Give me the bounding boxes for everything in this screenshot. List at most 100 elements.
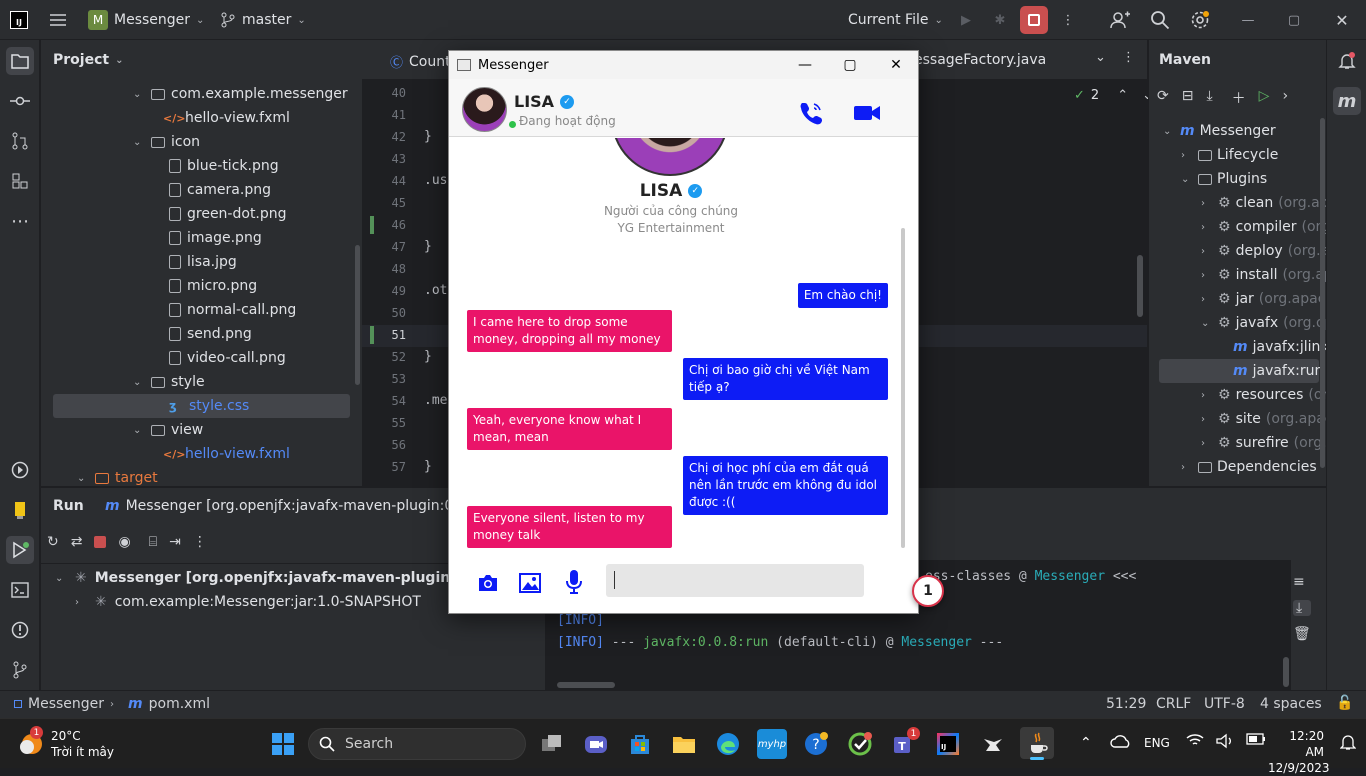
tree-file[interactable]: send.png (169, 322, 252, 346)
avatar[interactable] (462, 87, 507, 132)
main-menu-icon[interactable] (48, 0, 68, 40)
maven-tree-item[interactable]: › ⚙jar(org.apache (1201, 287, 1326, 311)
message-input[interactable] (606, 564, 864, 597)
maven-tree-item[interactable]: ⌄⚙javafx(org.ope (1201, 311, 1326, 335)
download-icon[interactable]: ⤓ (1206, 88, 1212, 108)
profile-photo[interactable] (611, 138, 729, 176)
code-line[interactable]: } (424, 459, 432, 474)
more-icon[interactable]: › (1282, 88, 1288, 108)
file-explorer-icon[interactable] (669, 729, 699, 759)
more-icon[interactable]: ⋮ (193, 534, 207, 550)
reload-icon[interactable]: ⟳ (1157, 88, 1169, 108)
tree-file[interactable]: camera.png (169, 178, 271, 202)
chevron-icon[interactable]: ⌄ (1201, 318, 1213, 329)
stop-button[interactable] (1020, 6, 1048, 34)
tree-file[interactable]: micro.png (169, 274, 257, 298)
chevron-down-icon[interactable]: ⌄ (133, 137, 145, 148)
run-maven-icon[interactable]: ▷ (1259, 88, 1270, 108)
notifications-icon[interactable] (1333, 47, 1361, 75)
video-call-icon[interactable] (853, 103, 881, 127)
run-config-selector[interactable]: Current File ⌄ (848, 0, 946, 40)
maximize-icon[interactable]: ▢ (1282, 8, 1306, 32)
taskbar-search[interactable]: Search (308, 728, 526, 760)
maven-tree-item[interactable]: ›⚙install(org.apa (1201, 263, 1326, 287)
settings-gear-icon[interactable] (1188, 8, 1212, 32)
tree-file[interactable]: ʒ style.css (169, 394, 249, 418)
exit-icon[interactable]: ⇥ (169, 534, 181, 550)
maven-tool-icon[interactable]: m (1333, 87, 1361, 115)
scroll-to-end-icon[interactable]: ⤓ (1293, 600, 1311, 616)
message-bubble-sent[interactable]: Em chào chị! (797, 283, 888, 308)
maven-tree-item[interactable]: ›⚙surefire(org.a (1201, 431, 1326, 455)
project-scrollbar[interactable] (355, 245, 360, 385)
git-icon[interactable] (6, 656, 34, 684)
project-panel-header[interactable]: Project ⌄ (53, 48, 127, 72)
tree-folder[interactable]: ⌄ icon (133, 130, 200, 154)
editor-scrollbar[interactable] (1137, 255, 1143, 317)
console-vscrollbar[interactable] (1283, 657, 1289, 687)
green-app-icon[interactable] (845, 729, 875, 759)
minimize-icon[interactable]: — (1236, 8, 1260, 32)
cursor-position[interactable]: 51:29 (1106, 696, 1146, 712)
chevron-icon[interactable]: › (1181, 462, 1193, 473)
camera-icon[interactable]: ⌸ (149, 534, 157, 550)
teams-icon[interactable]: T 1 (889, 727, 920, 759)
lock-icon[interactable]: 🔓 (1336, 695, 1353, 711)
maven-tree-item[interactable]: › Lifecycle (1181, 143, 1278, 167)
run-tab[interactable]: Run (53, 498, 84, 514)
java-app-icon[interactable] (1020, 727, 1054, 760)
app-icon[interactable] (977, 729, 1007, 759)
language-indicator[interactable]: ENG (1144, 736, 1170, 750)
chevron-icon[interactable]: › (1201, 438, 1213, 449)
run-tree-child[interactable]: › ✳ com.example:Messenger:jar:1.0-SNAPSH… (75, 594, 421, 610)
chevron-icon[interactable]: › (1181, 150, 1193, 161)
chevron-icon[interactable]: › (1201, 270, 1213, 281)
line-separator[interactable]: CRLF (1156, 696, 1191, 712)
eye-icon[interactable]: ◉ (118, 534, 130, 550)
maven-tree-item[interactable]: › ⚙site(org.apach (1201, 407, 1326, 431)
file-encoding[interactable]: UTF-8 (1204, 696, 1245, 712)
rerun-failed-icon[interactable]: ⇄ (71, 534, 83, 550)
services-icon[interactable] (6, 456, 34, 484)
edge-icon[interactable] (713, 729, 743, 759)
clock[interactable]: 12:20 AM 12/9/2023 (1268, 728, 1330, 776)
message-bubble-received[interactable]: Everyone silent, listen to my money talk (467, 506, 672, 548)
indent-setting[interactable]: 4 spaces (1260, 696, 1322, 712)
get-help-icon[interactable]: ? (801, 729, 831, 759)
close-icon[interactable]: ✕ (873, 51, 919, 79)
system-tray[interactable] (1186, 733, 1266, 749)
maven-tree-item[interactable]: ›⚙deploy(org.ap (1201, 239, 1326, 263)
editor-tab-right[interactable]: essageFactory.java (914, 52, 1046, 68)
store-icon[interactable] (625, 729, 655, 759)
chevron-icon[interactable]: ⌄ (1181, 174, 1193, 185)
chat-scrollbar[interactable] (901, 228, 905, 548)
onedrive-icon[interactable] (1110, 733, 1132, 753)
more-actions-icon[interactable]: ⋮ (1056, 8, 1080, 32)
terminal-icon[interactable] (6, 576, 34, 604)
chevron-down-icon[interactable]: ⌄ (133, 425, 145, 436)
message-bubble-sent[interactable]: Chị ơi học phí của em đắt quá nên lần tr… (683, 456, 888, 515)
inspection-widget[interactable]: ✓ 2 ⌃ ⌄ (1074, 88, 1153, 103)
tree-file[interactable]: lisa.jpg (169, 250, 237, 274)
code-line[interactable]: } (424, 129, 432, 144)
commit-icon[interactable] (6, 87, 34, 115)
maven-tree-item[interactable]: m javafx:run (1233, 359, 1323, 383)
chevron-icon[interactable]: › (1201, 222, 1213, 233)
structure-icon[interactable] (6, 167, 34, 195)
intellij-logo-icon[interactable]: IJ (10, 0, 28, 40)
code-line[interactable]: .me (424, 393, 447, 408)
run-tool-icon[interactable] (6, 536, 34, 564)
add-user-icon[interactable] (1108, 8, 1132, 32)
start-icon[interactable] (268, 729, 298, 759)
maven-tree-item[interactable]: m javafx:jlink (1233, 335, 1326, 359)
message-bubble-sent[interactable]: Chị ơi bao giờ chị về Việt Nam tiếp ạ? (683, 358, 888, 400)
search-icon[interactable] (1148, 8, 1172, 32)
maven-root[interactable]: ⌄ m Messenger (1163, 119, 1276, 143)
console-hscrollbar[interactable] (557, 682, 615, 688)
maven-tree-item[interactable]: › ⚙clean(org.apa (1201, 191, 1326, 215)
message-bubble-received[interactable]: I came here to drop some money, dropping… (467, 310, 672, 352)
generate-sources-icon[interactable]: ⊟ (1182, 88, 1194, 108)
tree-file[interactable]: video-call.png (169, 346, 286, 370)
chevron-up-icon[interactable]: ⌃ (1117, 88, 1128, 103)
branch-selector[interactable]: master ⌄ (220, 0, 309, 40)
